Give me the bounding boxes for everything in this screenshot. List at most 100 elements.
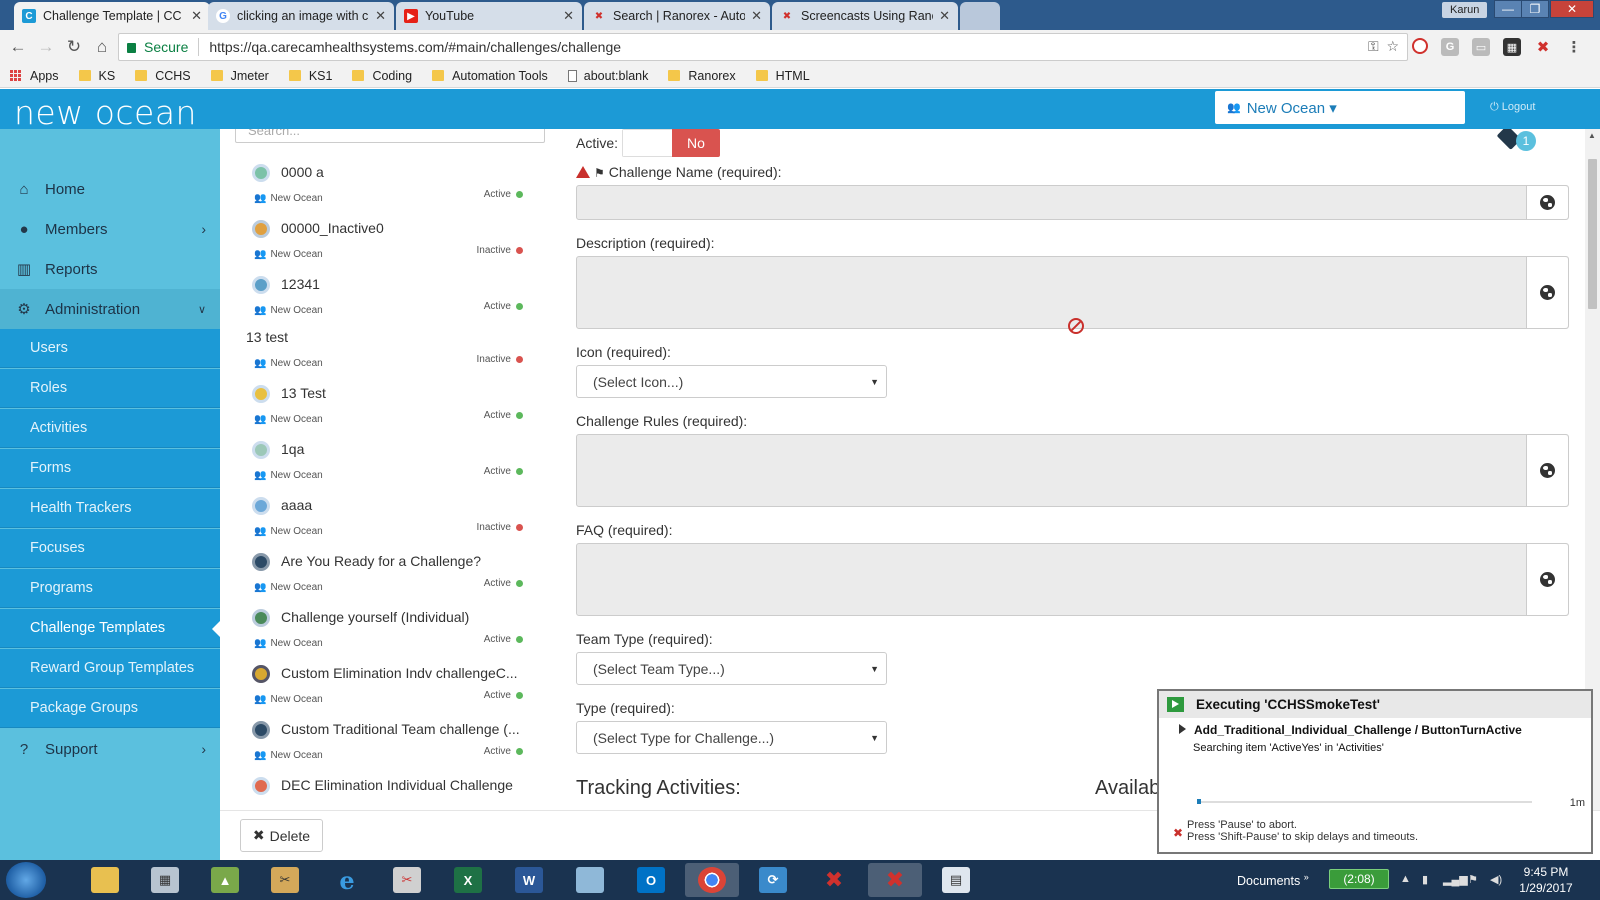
search-input[interactable]: Search...: [235, 129, 545, 143]
list-item[interactable]: aaaa 👥 New Ocean Inactive: [220, 491, 550, 547]
taskbar-chrome[interactable]: [685, 863, 739, 897]
sidebar-sub-focuses[interactable]: Focuses: [0, 529, 220, 568]
taskbar-word[interactable]: W: [502, 863, 556, 897]
bookmark-ranorex[interactable]: Ranorex: [668, 69, 736, 83]
bookmark-ks[interactable]: KS: [78, 69, 115, 83]
delete-button[interactable]: ✖ Delete: [240, 819, 323, 852]
close-tab-icon[interactable]: ✕: [751, 8, 762, 24]
taskbar-snipping[interactable]: ✂: [380, 863, 434, 897]
taskbar-tools[interactable]: ✂: [258, 863, 312, 897]
bookmark-coding[interactable]: Coding: [352, 69, 412, 83]
screen-extension-icon[interactable]: ▭: [1472, 38, 1490, 56]
sidebar-sub-challenge-templates[interactable]: Challenge Templates: [0, 609, 220, 648]
tab-ranorex-search[interactable]: ✖ Search | Ranorex - Autom ✕: [584, 2, 770, 30]
taskbar-calculator[interactable]: ▦: [138, 863, 192, 897]
faq-field[interactable]: [576, 543, 1569, 616]
bookmark-cchs[interactable]: CCHS: [135, 69, 191, 83]
taskbar-internet-explorer[interactable]: e: [320, 863, 374, 897]
taskbar-notes[interactable]: [563, 863, 617, 897]
tab-youtube[interactable]: ▶ YouTube ✕: [396, 2, 582, 30]
translate-button[interactable]: [1526, 544, 1568, 615]
list-item[interactable]: 0000 a 👥 New Ocean Active: [220, 158, 550, 214]
grid-extension-icon[interactable]: ▦: [1503, 38, 1521, 56]
reload-icon[interactable]: ↻: [60, 37, 88, 57]
forward-arrow-icon[interactable]: →: [32, 37, 60, 57]
translate-button[interactable]: [1526, 186, 1568, 219]
new-ocean-logo[interactable]: new ocean: [14, 93, 197, 132]
bookmark-jmeter[interactable]: Jmeter: [210, 69, 269, 83]
close-tab-icon[interactable]: ✕: [191, 8, 202, 24]
start-button[interactable]: [6, 862, 46, 898]
browser-profile-name[interactable]: Karun: [1442, 2, 1488, 18]
tray-arrow-icon[interactable]: ▲: [1400, 873, 1411, 885]
close-window-button[interactable]: ✕: [1550, 0, 1594, 18]
taskbar-ranorex-studio[interactable]: ✖: [807, 863, 861, 897]
bookmark-about-blank[interactable]: about:blank: [567, 69, 648, 83]
star-bookmark-icon[interactable]: ☆: [1386, 38, 1399, 54]
taskbar-window[interactable]: ▤: [929, 863, 983, 897]
toggle-no-label[interactable]: No: [672, 129, 720, 157]
list-item[interactable]: Are You Ready for a Challenge? 👥 New Ocea…: [220, 547, 550, 603]
sidebar-item-administration[interactable]: ⚙ Administration ∨: [0, 289, 220, 329]
toggle-off-side[interactable]: [622, 129, 672, 157]
translate-button[interactable]: [1526, 435, 1568, 506]
taskbar-excel[interactable]: X: [441, 863, 495, 897]
list-item[interactable]: DEC Elimination Individual Challenge: [220, 771, 550, 810]
challenge-rules-field[interactable]: [576, 434, 1569, 507]
list-item[interactable]: 12341 👥 New Ocean Active: [220, 270, 550, 326]
system-clock[interactable]: 9:45 PM 1/29/2017: [1506, 864, 1586, 896]
close-tab-icon[interactable]: ✕: [563, 8, 574, 24]
home-page-icon[interactable]: ⌂: [88, 37, 116, 57]
list-item[interactable]: 13 Test 👥 New Ocean Active: [220, 379, 550, 435]
bookmark-ks1[interactable]: KS1: [288, 69, 332, 83]
network-signal-icon[interactable]: ▂▄▆: [1443, 873, 1468, 886]
tab-ranorex-screencasts[interactable]: ✖ Screencasts Using Ranor ✕: [772, 2, 958, 30]
challenge-name-field[interactable]: [576, 185, 1569, 220]
list-item[interactable]: Challenge yourself (Individual) 👥 New Oce…: [220, 603, 550, 659]
type-select[interactable]: (Select Type for Challenge...) ▼: [576, 721, 887, 754]
tab-challenge-template[interactable]: C Challenge Template | CC ✕: [14, 2, 210, 30]
url-input[interactable]: Secure https://qa.carecamhealthsystems.c…: [118, 33, 1408, 61]
taskbar-ranorex-runner[interactable]: ✖: [868, 863, 922, 897]
chrome-menu-icon[interactable]: ⋮: [1565, 38, 1583, 56]
sidebar-sub-forms[interactable]: Forms: [0, 449, 220, 488]
taskbar-project[interactable]: ▲: [198, 863, 252, 897]
tray-device-icon[interactable]: ▮: [1422, 873, 1428, 886]
team-type-select[interactable]: (Select Team Type...) ▼: [576, 652, 887, 685]
sidebar-sub-roles[interactable]: Roles: [0, 369, 220, 408]
list-item[interactable]: 00000_Inactive0 👥 New Ocean Inactive: [220, 214, 550, 270]
logout-button[interactable]: ⏻ Logout: [1490, 101, 1535, 114]
battery-indicator[interactable]: (2:08): [1329, 869, 1389, 889]
ranorex-extension-icon[interactable]: ✖: [1534, 38, 1552, 56]
documents-toolbar[interactable]: Documents »: [1237, 872, 1309, 888]
opera-extension-icon[interactable]: [1412, 38, 1428, 54]
minimize-window-button[interactable]: —: [1494, 0, 1522, 18]
active-toggle[interactable]: No: [622, 129, 720, 157]
bookmark-automation-tools[interactable]: Automation Tools: [432, 69, 548, 83]
sidebar-item-home[interactable]: ⌂ Home: [0, 169, 220, 209]
bookmark-apps[interactable]: Apps: [10, 69, 59, 83]
action-center-flag-icon[interactable]: ⚑: [1468, 873, 1478, 886]
sidebar-sub-users[interactable]: Users: [0, 329, 220, 368]
sidebar-item-support[interactable]: ? Support ›: [0, 729, 220, 769]
grammar-extension-icon[interactable]: G: [1441, 38, 1459, 56]
volume-icon[interactable]: ◀): [1490, 873, 1502, 886]
sidebar-item-reports[interactable]: ▥ Reports: [0, 249, 220, 289]
translate-button[interactable]: [1526, 257, 1568, 328]
scroll-up-icon[interactable]: ▲: [1588, 131, 1596, 140]
sidebar-sub-activities[interactable]: Activities: [0, 409, 220, 448]
tab-google-search[interactable]: G clicking an image with c ✕: [208, 2, 394, 30]
sidebar-sub-reward-group-templates[interactable]: Reward Group Templates: [0, 649, 220, 688]
list-item[interactable]: 13 test 👥 New Ocean Inactive: [220, 323, 550, 379]
maximize-window-button[interactable]: ❐: [1521, 0, 1549, 18]
secure-indicator[interactable]: Secure: [127, 39, 188, 55]
sidebar-sub-health-trackers[interactable]: Health Trackers: [0, 489, 220, 528]
close-tab-icon[interactable]: ✕: [939, 8, 950, 24]
new-tab-button[interactable]: [960, 2, 1000, 30]
taskbar-outlook[interactable]: O: [624, 863, 678, 897]
list-item[interactable]: Custom Traditional Team challenge (... 👥…: [220, 715, 550, 771]
tags-badge[interactable]: 1: [1496, 129, 1539, 154]
icon-select[interactable]: (Select Icon...) ▼: [576, 365, 887, 398]
list-item[interactable]: Custom Elimination Indv challengeC... 👥 N…: [220, 659, 550, 715]
taskbar-explorer[interactable]: [78, 863, 132, 897]
